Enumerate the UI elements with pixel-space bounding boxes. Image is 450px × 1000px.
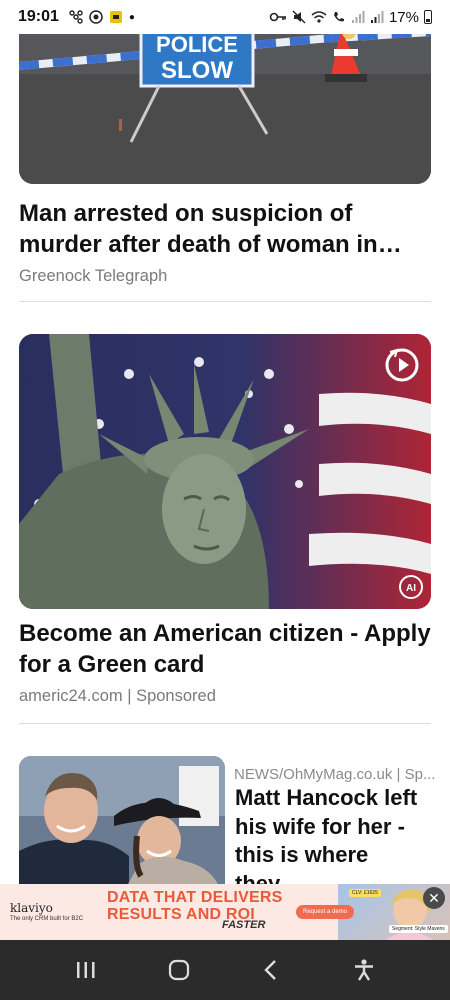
notification-app-icon	[109, 11, 122, 23]
article-image-couple[interactable]	[19, 756, 225, 884]
sponsored-source: americ24.com | Sponsored	[19, 687, 216, 705]
svg-text:AI: AI	[406, 583, 416, 594]
back-button[interactable]	[251, 950, 291, 990]
ad-tagline: The only CRM built for B2C	[10, 916, 84, 922]
ad-headline: DATA THAT DELIVERS RESULTS AND ROI	[107, 889, 282, 923]
article-title[interactable]: Matt Hancock left his wife for her - thi…	[235, 784, 431, 884]
wifi-calling-icon	[333, 12, 344, 22]
ad-tag-clv: CLV: £1625	[349, 889, 381, 897]
ad-headline-accent: FASTER	[222, 919, 266, 931]
ad-brand-logo: klaviyo	[10, 901, 53, 915]
ad-close-button[interactable]: ✕	[423, 887, 445, 909]
article-source: Greenock Telegraph	[19, 267, 168, 285]
ad-headline-line1: DATA THAT DELIVERS	[107, 889, 283, 906]
battery-percent: 17%	[388, 8, 419, 26]
article-source: NEWS/OhMyMag.co.uk | Sp...	[234, 766, 434, 783]
battery-icon	[424, 10, 432, 24]
article-title[interactable]: Man arrested on suspicion of murder afte…	[19, 198, 431, 260]
sponsored-title[interactable]: Become an American citizen - Apply for a…	[19, 618, 431, 680]
article-image-police[interactable]: POLICE SLOW	[19, 34, 431, 184]
svg-text:SLOW: SLOW	[161, 57, 233, 84]
recent-apps-button[interactable]	[66, 950, 106, 990]
divider	[19, 723, 431, 724]
key-icon	[269, 12, 286, 22]
wifi-icon	[311, 11, 327, 23]
svg-text:POLICE: POLICE	[156, 34, 238, 57]
status-time: 19:01	[18, 8, 59, 25]
dot-icon: ●	[128, 11, 135, 23]
ad-cta-button[interactable]: Request a demo	[296, 905, 354, 919]
recent-apps-icon	[77, 962, 95, 978]
close-icon: ✕	[428, 890, 440, 906]
news-feed[interactable]: POLICE SLOW Man arrested on suspicion of…	[0, 34, 450, 884]
back-icon	[264, 960, 277, 980]
pinwheel-icon	[69, 10, 83, 24]
sponsored-image-statue-of-liberty[interactable]: AI	[19, 334, 431, 609]
status-bar: 19:01 ● 17%	[0, 0, 450, 34]
accessibility-button[interactable]	[344, 950, 384, 990]
mute-icon	[292, 10, 306, 24]
home-icon	[168, 959, 189, 981]
ad-banner[interactable]: klaviyo The only CRM built for B2C DATA …	[0, 884, 450, 940]
signal-icon	[351, 11, 365, 23]
accessibility-icon	[354, 959, 373, 981]
system-nav-bar	[0, 940, 450, 1000]
signal-2-icon	[370, 11, 384, 23]
target-icon	[89, 10, 103, 24]
home-button[interactable]	[159, 950, 199, 990]
ad-tag-segment: Segment: Style Mavens	[389, 925, 448, 933]
divider	[19, 301, 431, 302]
